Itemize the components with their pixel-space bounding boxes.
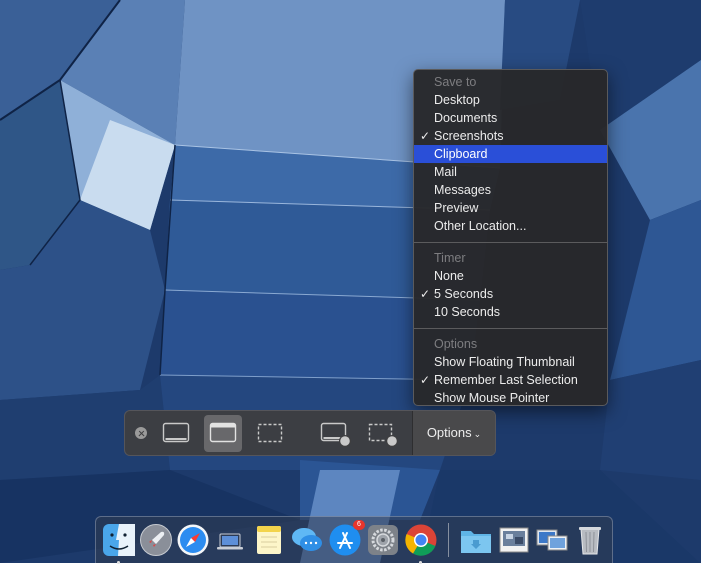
screenshot-toolbar: Options ⌄ [124, 410, 496, 456]
dock-item-app-store[interactable]: 6 [328, 520, 365, 557]
selection-icon [257, 423, 283, 443]
menu-item-label: 5 Seconds [434, 287, 494, 301]
dock-item-safari[interactable] [176, 523, 210, 557]
record-selected-portion-button[interactable] [362, 415, 400, 452]
menu-item-show-floating-thumbnail[interactable]: Show Floating Thumbnail [414, 353, 607, 371]
options-button[interactable]: Options ⌄ [413, 411, 495, 455]
dock-item-screen-sharing[interactable] [535, 523, 569, 557]
menu-item-label: None [434, 269, 464, 283]
dock-separator [448, 523, 449, 557]
menu-item-desktop[interactable]: Desktop [414, 91, 607, 109]
chevron-down-icon: ⌄ [473, 429, 482, 439]
menu-item-label: Show Floating Thumbnail [434, 355, 575, 369]
menu-item-documents[interactable]: Documents [414, 109, 607, 127]
dock-item-launchpad[interactable] [139, 523, 173, 557]
menu-item-label: 10 Seconds [434, 305, 501, 319]
menu-header-options: Options [434, 337, 478, 351]
chat-bubbles-icon [292, 528, 322, 551]
menu-separator [414, 242, 607, 243]
trash-icon [579, 527, 601, 555]
menu-item-preview[interactable]: Preview [414, 199, 607, 217]
menu-item-timer-10-seconds[interactable]: 10 Seconds [414, 303, 607, 321]
options-label: Options [426, 425, 472, 440]
dock-item-chrome[interactable] [404, 523, 438, 564]
menu-item-label: Remember Last Selection [434, 373, 578, 387]
menu-separator [414, 328, 607, 329]
menu-item-screenshots[interactable]: ✓ Screenshots [414, 127, 607, 145]
laptop-icon [217, 533, 243, 550]
notification-badge: 6 [353, 520, 365, 530]
dock: 6 [95, 516, 613, 564]
options-menu: Save to Desktop Documents ✓ Screenshots C… [413, 69, 608, 406]
menu-item-label: Clipboard [434, 147, 488, 161]
checkmark-icon: ✓ [420, 373, 431, 387]
menu-item-remember-last-selection[interactable]: ✓ Remember Last Selection [414, 371, 607, 389]
menu-item-other-location[interactable]: Other Location... [414, 217, 607, 235]
menu-item-label: Other Location... [434, 219, 527, 233]
capture-entire-screen-button[interactable] [157, 415, 195, 452]
dock-item-finder[interactable] [102, 523, 136, 564]
dock-item-messages[interactable] [290, 523, 324, 557]
compass-icon [177, 524, 209, 556]
capture-selected-window-button[interactable] [204, 415, 242, 452]
dock-item-trash[interactable] [573, 523, 607, 557]
window-icon [209, 422, 237, 443]
menu-header-timer: Timer [434, 251, 466, 265]
screens-icon [536, 529, 568, 551]
menu-item-label: Desktop [434, 93, 480, 107]
menu-item-messages[interactable]: Messages [414, 181, 607, 199]
menu-item-mail[interactable]: Mail [414, 163, 607, 181]
rocket-icon [140, 524, 172, 556]
finder-icon [103, 524, 135, 556]
capture-selected-portion-button[interactable] [251, 415, 289, 452]
chrome-icon [405, 524, 437, 556]
menu-header-save-to: Save to [434, 75, 477, 89]
record-entire-screen-button[interactable] [315, 415, 353, 452]
menu-item-clipboard[interactable]: Clipboard [414, 145, 607, 163]
menu-item-label: Preview [434, 201, 479, 215]
dock-item-downloads-folder[interactable] [459, 523, 493, 557]
dock-item-system-preferences[interactable] [366, 523, 400, 557]
gear-icon [368, 525, 398, 555]
menu-item-label: Mail [434, 165, 457, 179]
dock-item-notes[interactable] [252, 523, 286, 557]
screen-icon [162, 422, 190, 443]
folder-icon [461, 531, 491, 553]
menu-item-label: Screenshots [434, 129, 504, 143]
menu-item-label: Show Mouse Pointer [434, 391, 550, 405]
dock-item-macbook[interactable] [213, 523, 247, 557]
menu-item-timer-none[interactable]: None [414, 267, 607, 285]
checkmark-icon: ✓ [420, 287, 431, 301]
notes-icon [257, 526, 281, 554]
menu-item-show-mouse-pointer[interactable]: Show Mouse Pointer [414, 389, 607, 407]
menu-item-label: Messages [434, 183, 491, 197]
preview-icon [499, 527, 529, 553]
dock-item-preview[interactable] [497, 523, 531, 557]
menu-item-label: Documents [434, 111, 498, 125]
menu-item-timer-5-seconds[interactable]: ✓ 5 Seconds [414, 285, 607, 303]
record-screen-icon [320, 422, 351, 447]
record-selection-icon [368, 423, 398, 447]
checkmark-icon: ✓ [420, 129, 431, 143]
close-icon[interactable] [135, 427, 147, 439]
